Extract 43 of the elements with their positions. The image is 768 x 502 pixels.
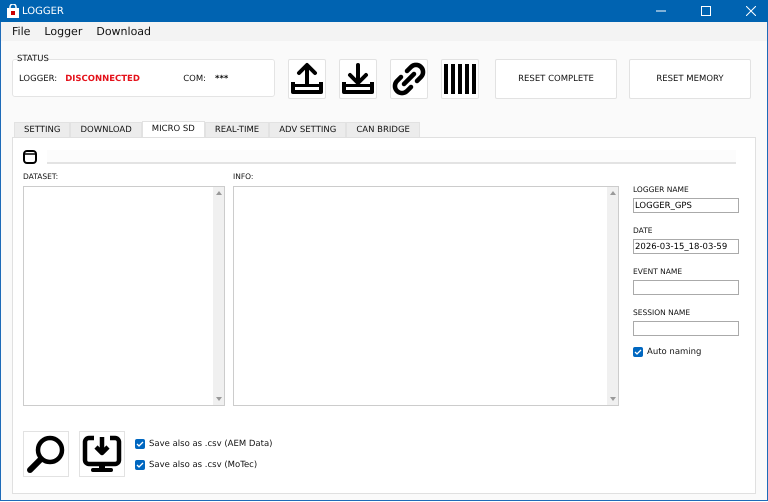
barcode-icon: [443, 62, 477, 96]
com-value: ***: [215, 74, 228, 84]
download-icon: [341, 62, 375, 96]
tab[interactable]: ADV SETTING: [269, 122, 346, 137]
text-field[interactable]: [633, 321, 739, 336]
drive-icon: [23, 150, 37, 164]
tab[interactable]: REAL-TIME: [204, 122, 270, 137]
status-title: STATUS: [17, 54, 50, 66]
icon-button[interactable]: [288, 59, 326, 99]
link-icon: [392, 62, 426, 96]
window-title: LOGGER: [22, 6, 64, 16]
icon-button[interactable]: [339, 59, 377, 99]
checkbox-label: Save also as .csv (AEM Data): [149, 438, 272, 448]
action-button[interactable]: RESET MEMORY: [629, 59, 751, 99]
tab[interactable]: CAN BRIDGE: [346, 122, 420, 137]
action-button[interactable]: RESET COMPLETE: [495, 59, 617, 99]
computer-download-icon: [82, 434, 122, 474]
icon-button[interactable]: [79, 431, 125, 477]
tab[interactable]: MICRO SD: [142, 121, 205, 138]
maximize-icon[interactable]: [701, 6, 711, 16]
checkbox-label: Auto naming: [647, 347, 702, 357]
tab[interactable]: DOWNLOAD: [70, 122, 142, 137]
search-icon: [26, 434, 66, 474]
icon-button[interactable]: [390, 59, 428, 99]
logger-label: LOGGER:: [19, 74, 58, 84]
lock-icon: [7, 4, 19, 18]
icon-button[interactable]: [23, 431, 69, 477]
menu-item[interactable]: File: [12, 25, 30, 38]
menu-item[interactable]: Logger: [44, 25, 82, 38]
com-label: COM:: [183, 74, 206, 84]
text-field[interactable]: LOGGER_GPS: [633, 198, 739, 213]
checkbox[interactable]: [633, 347, 643, 357]
upload-icon: [290, 62, 324, 96]
close-icon[interactable]: [746, 6, 756, 16]
checkbox[interactable]: [135, 460, 145, 470]
tab[interactable]: SETTING: [14, 122, 70, 137]
text-field[interactable]: [633, 280, 739, 295]
logger-status: DISCONNECTED: [65, 74, 141, 84]
checkbox[interactable]: [135, 438, 145, 448]
checkbox-label: Save also as .csv (MoTec): [149, 460, 258, 470]
icon-button[interactable]: [441, 59, 479, 99]
menu-item[interactable]: Download: [96, 25, 152, 38]
text-field[interactable]: 2026-03-15_18-03-59: [633, 239, 739, 254]
